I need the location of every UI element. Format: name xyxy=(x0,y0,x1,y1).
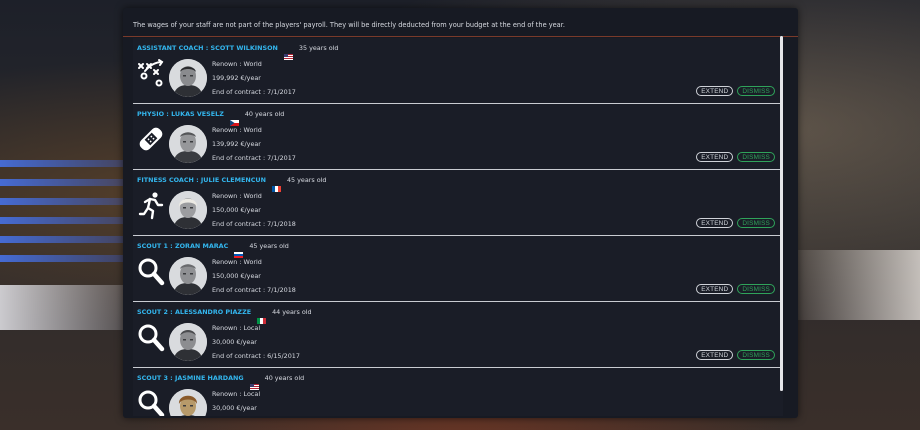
staff-wage: 150,000 €/year xyxy=(212,272,261,280)
staff-age: 40 years old xyxy=(264,373,305,382)
staff-card-physio: PHYSIO : LUKAS VESELZ 40 years old Renow… xyxy=(133,104,783,170)
dismiss-button[interactable]: DISMISS xyxy=(737,218,775,228)
staff-renown: Renown : World xyxy=(212,60,262,68)
dismiss-button[interactable]: DISMISS xyxy=(737,350,775,360)
staff-wage: 199,992 €/year xyxy=(212,74,261,82)
background-highlight-right xyxy=(795,250,920,320)
wages-notice: The wages of your staff are not part of … xyxy=(133,21,565,29)
slovenia-flag xyxy=(234,243,244,258)
notice-divider xyxy=(123,36,798,37)
staff-avatar xyxy=(169,191,207,229)
staff-contract: End of contract : 7/1/2017 xyxy=(212,88,296,96)
staff-avatar xyxy=(169,59,207,97)
dismiss-button[interactable]: DISMISS xyxy=(737,86,775,96)
runner-icon xyxy=(137,190,165,220)
dismiss-button[interactable]: DISMISS xyxy=(737,152,775,162)
background-stripes xyxy=(0,160,130,300)
staff-wage: 150,000 €/year xyxy=(212,206,261,214)
extend-button[interactable]: EXTEND xyxy=(696,284,734,294)
playbook-icon xyxy=(137,58,165,88)
scrollbar-thumb[interactable] xyxy=(780,36,783,391)
staff-avatar xyxy=(169,257,207,295)
staff-wage: 139,992 €/year xyxy=(212,140,261,148)
staff-avatar xyxy=(169,125,207,163)
staff-renown: Renown : World xyxy=(212,192,262,200)
staff-avatar xyxy=(169,389,207,416)
usa-flag xyxy=(283,45,293,60)
staff-list-scrollbar[interactable] xyxy=(780,36,783,391)
staff-renown: Renown : Local xyxy=(212,324,261,332)
staff-card-assistant-coach: ASSISTANT COACH : SCOTT WILKINSON 35 yea… xyxy=(133,38,783,104)
staff-panel: The wages of your staff are not part of … xyxy=(123,8,798,418)
staff-age: 44 years old xyxy=(272,307,312,316)
extend-button[interactable]: EXTEND xyxy=(696,350,734,360)
staff-title[interactable]: PHYSIO : LUKAS VESELZ xyxy=(137,110,224,118)
staff-title[interactable]: SCOUT 2 : ALESSANDRO PIAZZE xyxy=(137,308,251,316)
extend-button[interactable]: EXTEND xyxy=(696,152,734,162)
extend-button[interactable]: EXTEND xyxy=(696,218,734,228)
staff-avatar xyxy=(169,323,207,361)
staff-age: 45 years old xyxy=(286,175,327,184)
staff-contract: End of contract : 7/1/2017 xyxy=(212,154,296,162)
staff-card-scout-3: SCOUT 3 : JASMINE HARDANG 40 years old R… xyxy=(133,368,783,416)
staff-card-scout-2: SCOUT 2 : ALESSANDRO PIAZZE 44 years old… xyxy=(133,302,783,368)
staff-renown: Renown : World xyxy=(212,126,262,134)
staff-card-fitness-coach: FITNESS COACH : JULIE CLEMENCUN 45 years… xyxy=(133,170,783,236)
staff-renown: Renown : Local xyxy=(212,390,261,398)
magnifier-icon xyxy=(137,322,165,352)
france-flag xyxy=(271,177,281,192)
czech-flag xyxy=(229,111,239,126)
staff-age: 40 years old xyxy=(244,109,285,118)
staff-title[interactable]: ASSISTANT COACH : SCOTT WILKINSON xyxy=(137,44,278,52)
staff-title[interactable]: FITNESS COACH : JULIE CLEMENCUN xyxy=(137,176,266,184)
staff-wage: 30,000 €/year xyxy=(212,338,257,346)
staff-age: 45 years old xyxy=(249,241,289,250)
staff-card-scout-1: SCOUT 1 : ZORAN MARAC 45 years old Renow… xyxy=(133,236,783,302)
staff-list[interactable]: ASSISTANT COACH : SCOTT WILKINSON 35 yea… xyxy=(133,38,783,416)
background-highlight-left xyxy=(0,285,130,330)
italy-flag xyxy=(257,309,267,324)
magnifier-icon xyxy=(137,256,165,286)
staff-title[interactable]: SCOUT 1 : ZORAN MARAC xyxy=(137,242,228,250)
bandage-icon xyxy=(137,124,165,154)
magnifier-icon xyxy=(137,388,165,416)
staff-age: 35 years old xyxy=(298,43,339,52)
staff-title[interactable]: SCOUT 3 : JASMINE HARDANG xyxy=(137,374,244,382)
staff-contract: End of contract : 7/1/2018 xyxy=(212,220,296,228)
dismiss-button[interactable]: DISMISS xyxy=(737,284,775,294)
extend-button[interactable]: EXTEND xyxy=(696,86,734,96)
staff-contract: End of contract : 7/1/2018 xyxy=(212,286,296,294)
staff-wage: 30,000 €/year xyxy=(212,404,257,412)
staff-contract: End of contract : 6/15/2017 xyxy=(212,352,300,360)
staff-renown: Renown : World xyxy=(212,258,262,266)
usa-flag xyxy=(249,375,259,390)
